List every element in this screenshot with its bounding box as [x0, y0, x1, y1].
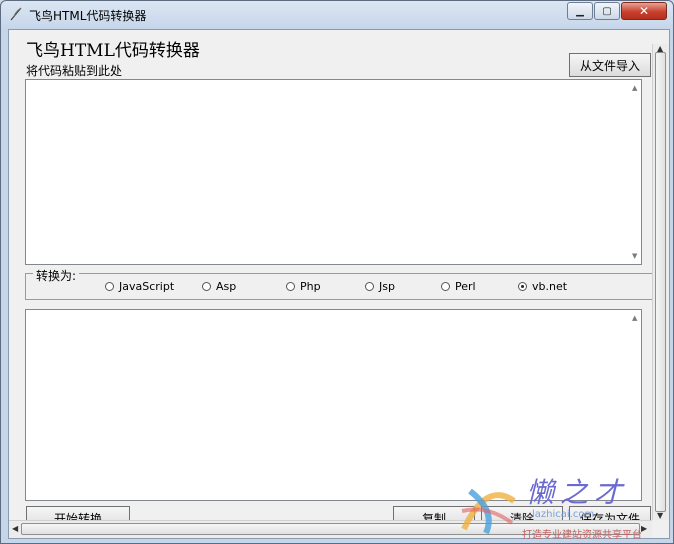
radio-label: vb.net [532, 280, 568, 293]
radio-selected-icon [518, 282, 527, 291]
scroll-down-icon[interactable]: ▼ [657, 511, 663, 520]
radio-label: JavaScript [119, 280, 175, 293]
radio-circle-icon [202, 282, 211, 291]
convert-to-label: 转换为: [33, 267, 80, 284]
radio-label: Php [300, 280, 321, 293]
maximize-button[interactable]: ▢ [594, 2, 620, 20]
radio-circle-icon [441, 282, 450, 291]
radio-asp[interactable]: Asp [202, 280, 236, 293]
radio-jsp[interactable]: Jsp [365, 280, 395, 293]
title-bar[interactable]: 飞鸟HTML代码转换器 ▁ ▢ ✕ [1, 1, 673, 29]
minimize-button[interactable]: ▁ [567, 2, 593, 20]
scroll-down-icon[interactable]: ▼ [632, 252, 637, 260]
horizontal-scrollbar[interactable]: ◀ ▶ [9, 520, 652, 538]
radio-javascript[interactable]: JavaScript [105, 280, 174, 293]
radio-label: Jsp [379, 280, 395, 293]
maximize-icon: ▢ [602, 5, 612, 17]
paste-label: 将代码粘贴到此处 [26, 64, 123, 78]
page-title: 飞鸟HTML代码转换器 [26, 41, 200, 61]
radio-circle-icon [286, 282, 295, 291]
horizontal-scroll-thumb[interactable] [21, 523, 640, 535]
close-icon: ✕ [638, 4, 650, 18]
radio-circle-icon [365, 282, 374, 291]
import-file-button[interactable]: 从文件导入 [569, 53, 651, 77]
window-controls: ▁ ▢ ✕ [566, 2, 667, 20]
radio-php[interactable]: Php [286, 280, 321, 293]
radio-perl[interactable]: Perl [441, 280, 476, 293]
vertical-scrollbar[interactable]: ▲ ▼ [652, 44, 669, 520]
app-window: 飞鸟HTML代码转换器 ▁ ▢ ✕ 飞鸟HTML代码转换器 将代码粘贴到此处 从… [0, 0, 674, 544]
close-button[interactable]: ✕ [621, 2, 667, 20]
radio-label: Asp [216, 280, 237, 293]
source-scrollbar[interactable]: ▲ ▼ [630, 80, 641, 264]
minimize-icon: ▁ [576, 5, 584, 17]
feather-app-icon [10, 7, 22, 21]
converted-output[interactable]: ▲ [25, 309, 642, 501]
radio-vbnet[interactable]: vb.net [518, 280, 567, 293]
output-scrollbar[interactable]: ▲ [630, 310, 641, 500]
radio-circle-icon [105, 282, 114, 291]
window-title: 飞鸟HTML代码转换器 [29, 9, 147, 23]
scroll-up-icon[interactable]: ▲ [632, 314, 637, 322]
vertical-scroll-thumb[interactable] [655, 52, 666, 512]
radio-label: Perl [455, 280, 476, 293]
scroll-left-icon[interactable]: ◀ [12, 524, 18, 533]
client-area: 飞鸟HTML代码转换器 将代码粘贴到此处 从文件导入 ▲ ▼ 转换为: Java… [8, 29, 670, 539]
scroll-right-icon[interactable]: ▶ [641, 524, 647, 533]
scroll-up-icon[interactable]: ▲ [632, 84, 637, 92]
source-code-input[interactable]: ▲ ▼ [25, 79, 642, 265]
